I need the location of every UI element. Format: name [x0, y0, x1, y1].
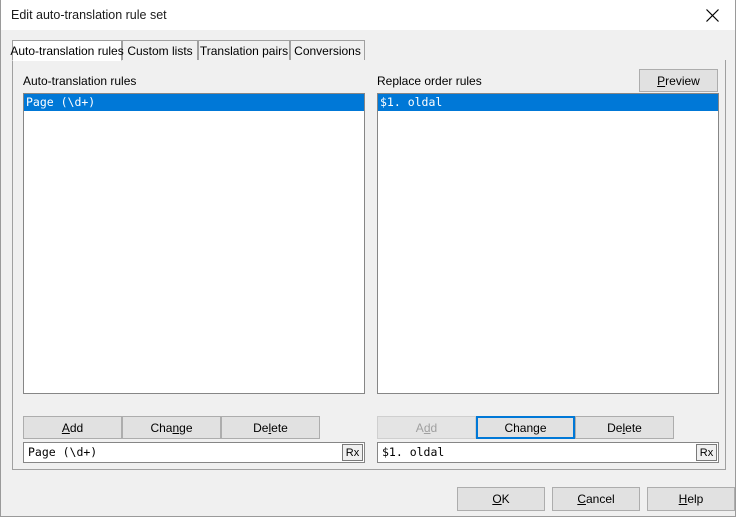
right-change-label: Change [504, 420, 547, 435]
right-delete-button[interactable]: Delete [575, 416, 674, 439]
tab-auto-translation-rules[interactable]: Auto-translation rules [10, 40, 124, 61]
tab-page-auto-translation-rules: Auto-translation rules Page (\d+) Add Ch… [12, 60, 726, 470]
right-add-label: Add [415, 420, 438, 435]
list-item[interactable]: Page (\d+) [24, 94, 364, 111]
right-add-button[interactable]: Add [377, 416, 476, 439]
auto-translation-rules-list[interactable]: Page (\d+) [23, 93, 365, 394]
right-change-button[interactable]: Change [476, 416, 575, 439]
close-icon[interactable] [689, 0, 735, 30]
dialog-window: Edit auto-translation rule set Auto-tran… [0, 0, 736, 517]
cancel-label: Cancel [577, 492, 615, 506]
left-panel-label: Auto-translation rules [23, 74, 137, 88]
tab-translation-pairs[interactable]: Translation pairs [198, 40, 290, 61]
replace-order-rules-list[interactable]: $1. oldal [377, 93, 719, 394]
tab-label: Custom lists [127, 43, 193, 58]
title-bar: Edit auto-translation rule set [1, 0, 735, 31]
left-change-label: Change [150, 420, 193, 435]
help-label: Help [678, 492, 704, 506]
left-add-button[interactable]: Add [23, 416, 122, 439]
left-delete-label: Delete [253, 420, 288, 435]
left-rule-input-value: Page (\d+) [28, 445, 98, 459]
tab-label: Translation pairs [199, 43, 289, 58]
list-item[interactable]: $1. oldal [378, 94, 718, 111]
help-button[interactable]: Help [647, 487, 735, 511]
page-title: Edit auto-translation rule set [11, 8, 167, 22]
tab-conversions[interactable]: Conversions [290, 40, 365, 61]
preview-label: Preview [657, 73, 700, 88]
right-rule-input[interactable]: $1. oldal Rx [377, 442, 719, 463]
tab-label: Conversions [294, 43, 361, 58]
cancel-button[interactable]: Cancel [552, 487, 640, 511]
left-regex-toggle-button[interactable]: Rx [342, 444, 363, 461]
tab-custom-lists[interactable]: Custom lists [122, 40, 198, 61]
tab-label: Auto-translation rules [10, 43, 124, 58]
tab-strip: Auto-translation rules Custom lists Tran… [10, 40, 726, 61]
right-panel-label: Replace order rules [377, 74, 482, 88]
preview-button[interactable]: Preview [639, 69, 718, 92]
left-add-label: Add [61, 420, 84, 435]
ok-button[interactable]: OK [457, 487, 545, 511]
left-rule-input[interactable]: Page (\d+) Rx [23, 442, 365, 463]
right-delete-label: Delete [607, 420, 642, 435]
right-rule-input-value: $1. oldal [382, 445, 445, 459]
left-delete-button[interactable]: Delete [221, 416, 320, 439]
ok-label: OK [492, 492, 510, 506]
right-regex-toggle-button[interactable]: Rx [696, 444, 717, 461]
left-change-button[interactable]: Change [122, 416, 221, 439]
